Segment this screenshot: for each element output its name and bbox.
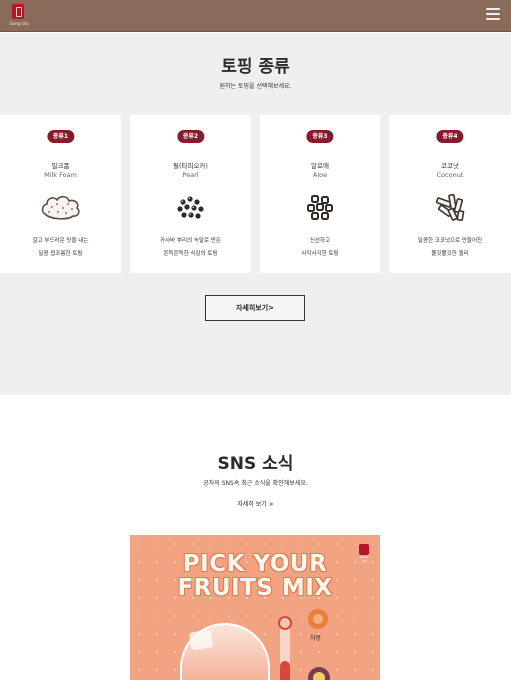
card-desc-line: 사각사각한 토핑 bbox=[301, 251, 339, 257]
card-desc-line: 신선하고 bbox=[309, 238, 331, 244]
card-desc-line: 쫀득쫀득한 식감의 토핑 bbox=[163, 251, 218, 257]
sns-more-link[interactable]: 자세히 보기 > bbox=[0, 499, 511, 508]
card-name-ko: 코코넛 bbox=[441, 162, 459, 170]
post-brand-logo: Gong cha bbox=[359, 544, 369, 563]
post-logo-text: Gong cha bbox=[360, 555, 368, 563]
post-headline-line2: FRUITS MIX bbox=[177, 575, 333, 601]
card-badge: 종류3 bbox=[306, 130, 334, 143]
sns-section: SNS 소식 공차의 SNS속 최근 소식을 확인해보세요. 자세히 보기 > … bbox=[0, 395, 511, 680]
topping-section: 토핑 종류 원하는 토핑을 선택해보세요. 종류1 밀크폼 Milk Foam … bbox=[0, 33, 511, 395]
topping-card-milk-foam[interactable]: 종류1 밀크폼 Milk Foam 갈고 부드러운 맛을 내는 달콤 짭조름한 … bbox=[0, 115, 121, 273]
gongcha-logo[interactable]: Gong cha bbox=[9, 4, 29, 28]
topping-card-pearl[interactable]: 종류2 펄(타피오카) Pearl 카사바 뿌리의 녹말로 만든 쫀득쫀득한 식… bbox=[130, 115, 251, 273]
gauge-fill bbox=[280, 661, 290, 680]
card-name-en: Coconut bbox=[436, 171, 464, 179]
card-badge: 종류1 bbox=[46, 130, 75, 143]
topping-more-button[interactable]: 자세히보기> bbox=[205, 295, 305, 321]
topping-subtitle: 원하는 토핑을 선택해보세요. bbox=[219, 83, 292, 90]
card-description: 달콤한 코코넛으로 만들어진 쫄깃쫄깃한 젤리 bbox=[389, 235, 511, 261]
card-desc-line: 달콤한 코코넛으로 만들어진 bbox=[417, 238, 483, 244]
card-description: 카사바 뿌리의 녹말로 만든 쫀득쫀득한 식감의 토핑 bbox=[130, 235, 251, 261]
card-badge: 종류2 bbox=[176, 130, 205, 143]
card-desc-line: 카사바 뿌리의 녹말로 만든 bbox=[160, 238, 221, 244]
card-desc-line: 갈고 부드러운 맛을 내는 bbox=[32, 238, 89, 244]
topping-cards: 종류1 밀크폼 Milk Foam 갈고 부드러운 맛을 내는 달콤 짭조름한 … bbox=[0, 115, 511, 273]
card-name-en: Milk Foam bbox=[44, 171, 77, 179]
card-description: 신선하고 사각사각한 토핑 bbox=[260, 235, 380, 261]
card-name-ko: 펄(타피오카) bbox=[173, 162, 208, 170]
gauge-top bbox=[278, 616, 292, 630]
hamburger-menu-icon[interactable] bbox=[486, 8, 500, 22]
grapefruit-icon bbox=[308, 609, 328, 629]
sns-post-image[interactable]: PICK YOUR FRUITS MIX Gong cha 자몽 bbox=[130, 535, 380, 680]
menu-line bbox=[486, 8, 500, 10]
milk-foam-icon bbox=[41, 195, 80, 220]
card-badge: 종류4 bbox=[436, 130, 464, 143]
post-headline-line1: PICK YOUR bbox=[182, 551, 328, 577]
topping-title: 토핑 종류 bbox=[221, 57, 290, 77]
topping-card-aloe[interactable]: 종류3 알로에 Aloe 신선하고 사각사각한 토핑 bbox=[260, 115, 380, 273]
topping-card-coconut[interactable]: 종류4 코코넛 Coconut 달콤한 코코넛으로 만들어진 쫄깃쫄깃한 젤리 bbox=[389, 115, 511, 273]
menu-line bbox=[486, 13, 500, 15]
sns-title: SNS 소식 bbox=[217, 454, 294, 474]
fruit-label: 자몽 bbox=[310, 635, 322, 642]
top-navigation-bar: Gong cha bbox=[0, 0, 511, 32]
sns-subtitle: 공차의 SNS속 최근 소식을 확인해보세요. bbox=[203, 480, 308, 487]
logo-text: Gong cha bbox=[9, 21, 29, 26]
card-desc-line: 쫄깃쫄깃한 젤리 bbox=[431, 251, 469, 257]
logo-mark bbox=[12, 4, 24, 19]
post-logo-mark bbox=[359, 544, 369, 555]
card-name-en: Pearl bbox=[182, 171, 199, 179]
coconut-icon bbox=[435, 193, 465, 222]
sweetness-gauge-straw bbox=[280, 623, 290, 680]
card-name-ko: 밀크폼 bbox=[51, 162, 70, 170]
card-desc-line: 달콤 짭조름한 토핑 bbox=[38, 251, 83, 257]
card-description: 갈고 부드러운 맛을 내는 달콤 짭조름한 토핑 bbox=[0, 235, 121, 261]
menu-line bbox=[486, 18, 500, 20]
aloe-icon bbox=[307, 195, 333, 220]
card-name-ko: 알로에 bbox=[311, 162, 329, 170]
card-name-en: Aloe bbox=[312, 171, 328, 179]
pearl-icon bbox=[176, 196, 204, 219]
